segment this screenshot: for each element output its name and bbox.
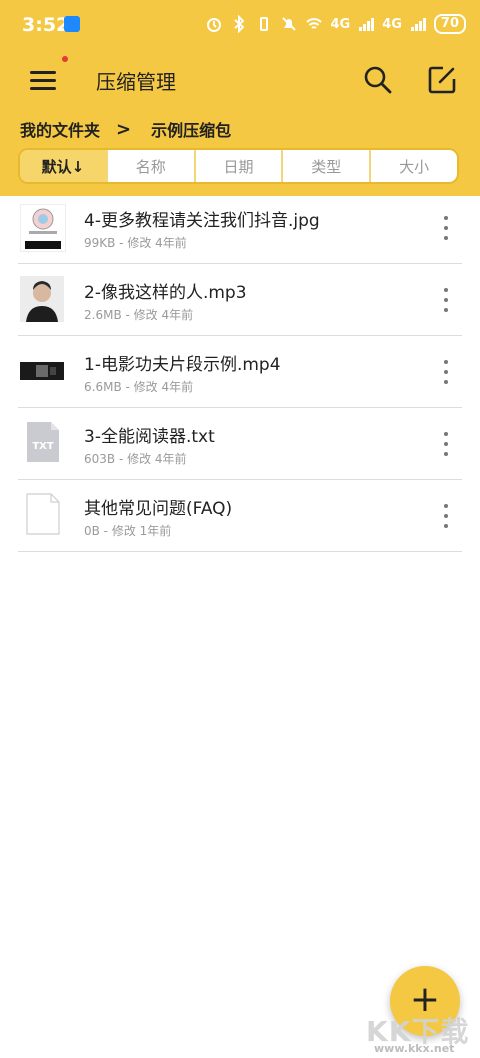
vibrate-icon [255,15,273,33]
file-list: 4-更多教程请关注我们抖音.jpg 99KB - 修改 4年前 2-像我这样的人… [0,192,480,552]
sort-tab-type[interactable]: 类型 [283,150,372,182]
video-thumbnail [20,362,64,380]
sort-bar: 默认↓ 名称 日期 类型 大小 [18,148,459,184]
app-notification-icon [64,16,80,32]
edit-button[interactable] [426,64,458,96]
list-item[interactable]: 4-更多教程请关注我们抖音.jpg 99KB - 修改 4年前 [18,192,462,264]
more-options-icon[interactable] [442,216,450,240]
more-options-icon[interactable] [442,432,450,456]
wifi-icon [305,15,323,33]
svg-text:TXT: TXT [32,441,54,452]
file-name: 4-更多教程请关注我们抖音.jpg [84,211,320,231]
file-meta: 2.6MB - 修改 4年前 [84,308,194,322]
sort-tab-size[interactable]: 大小 [371,150,457,182]
chevron-right-icon: > [116,118,132,140]
more-options-icon[interactable] [442,504,450,528]
file-name: 其他常见问题(FAQ) [84,499,233,519]
edit-icon [428,66,456,94]
menu-icon-line [30,87,56,90]
file-meta: 603B - 修改 4年前 [84,452,187,466]
file-meta: 0B - 修改 1年前 [84,524,172,538]
search-button[interactable] [362,64,394,96]
breadcrumb: 我的文件夹 > 示例压缩包 [20,117,231,141]
network-4g-2: 4G [382,16,402,32]
breadcrumb-root[interactable]: 我的文件夹 [20,117,100,141]
image-thumbnail [20,204,66,252]
menu-icon-line [30,71,56,74]
network-4g-1: 4G [330,16,351,32]
breadcrumb-current[interactable]: 示例压缩包 [151,117,231,141]
sort-tab-date[interactable]: 日期 [196,150,284,182]
status-time: 3:52 [22,14,70,36]
alarm-icon [205,15,223,33]
battery-indicator: 70 [433,14,466,34]
list-item[interactable]: 1-电影功夫片段示例.mp4 6.6MB - 修改 4年前 [18,336,462,408]
watermark-logo: KK下载 www.kkx.net [362,1004,478,1058]
list-item[interactable]: TXT 3-全能阅读器.txt 603B - 修改 4年前 [18,408,462,480]
watermark-url: www.kkx.net [374,1042,455,1055]
bluetooth-icon [230,15,248,33]
blank-file-icon [25,492,61,536]
list-item[interactable]: 2-像我这样的人.mp3 2.6MB - 修改 4年前 [18,264,462,336]
txt-file-icon: TXT [25,420,61,464]
notification-dot [62,56,68,62]
album-art-thumbnail [20,276,64,322]
search-icon [364,66,392,94]
file-meta: 6.6MB - 修改 4年前 [84,380,194,394]
sort-tab-name[interactable]: 名称 [108,150,196,182]
file-meta: 99KB - 修改 4年前 [84,236,187,250]
page-title: 压缩管理 [96,70,176,94]
sort-tab-default[interactable]: 默认↓ [20,150,108,182]
signal-icon-2 [409,15,427,33]
mute-bell-icon [280,15,298,33]
more-options-icon[interactable] [442,360,450,384]
signal-icon [357,15,375,33]
file-name: 3-全能阅读器.txt [84,427,215,447]
file-name: 2-像我这样的人.mp3 [84,283,247,303]
file-name: 1-电影功夫片段示例.mp4 [84,355,281,375]
more-options-icon[interactable] [442,288,450,312]
status-icons: 4G 4G 70 [205,13,466,35]
status-bar: 3:52 4G 4G 70 [0,0,480,48]
list-item[interactable]: 其他常见问题(FAQ) 0B - 修改 1年前 [18,480,462,552]
app-bar: 压缩管理 [0,48,480,112]
menu-button[interactable] [30,66,60,96]
menu-icon-line [30,79,56,82]
